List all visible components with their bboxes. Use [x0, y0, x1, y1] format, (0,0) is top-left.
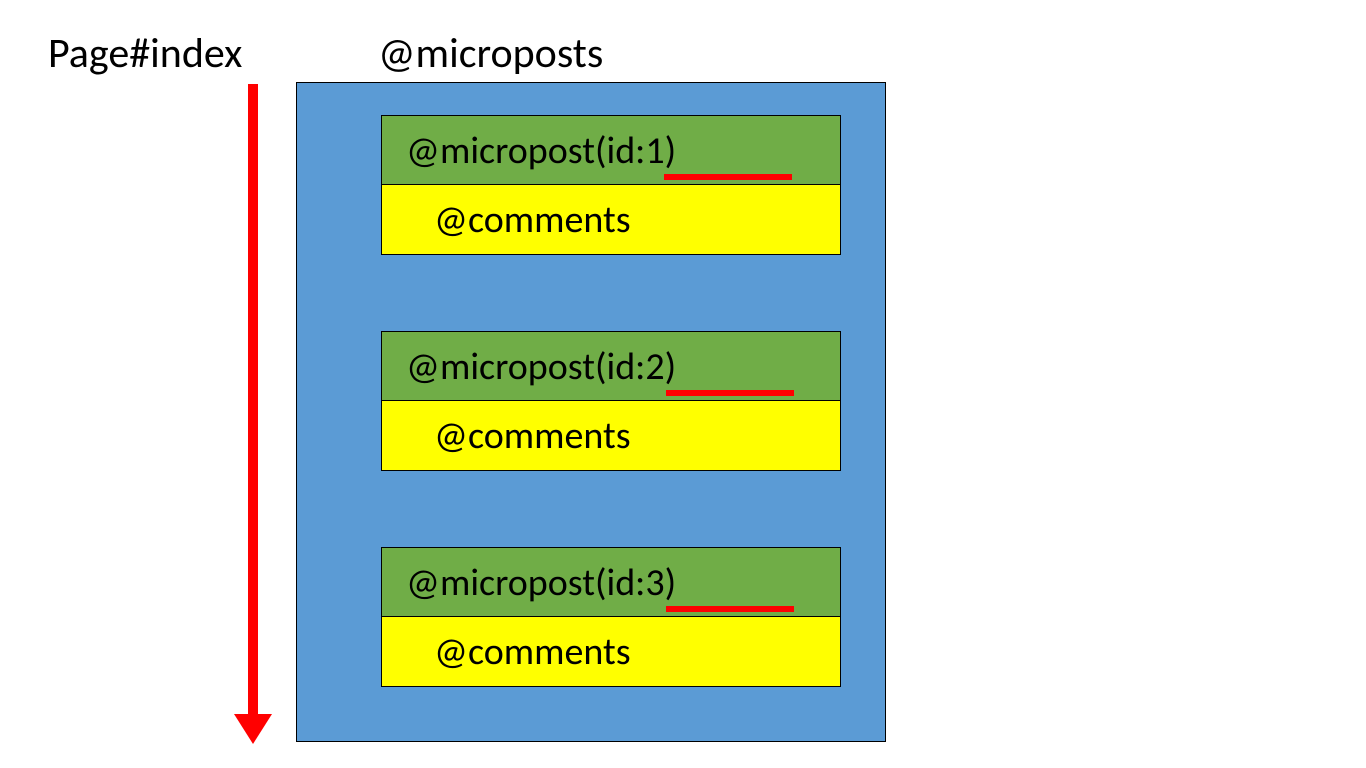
microposts-label: @microposts: [378, 28, 603, 79]
spellcheck-underline-icon: [666, 390, 794, 396]
microposts-container: @micropost(id:1) @comments @micropost(id…: [296, 82, 886, 742]
comments-row: @comments: [381, 185, 841, 255]
micropost-text: @micropost(id:2): [406, 344, 676, 390]
comments-row: @comments: [381, 617, 841, 687]
spellcheck-underline-icon: [666, 606, 794, 612]
micropost-block: @micropost(id:3) @comments: [381, 547, 841, 687]
micropost-row: @micropost(id:2): [381, 331, 841, 401]
comments-text: @comments: [434, 197, 631, 243]
comments-row: @comments: [381, 401, 841, 471]
micropost-row: @micropost(id:3): [381, 547, 841, 617]
micropost-block: @micropost(id:2) @comments: [381, 331, 841, 471]
comments-text: @comments: [434, 629, 631, 675]
micropost-text: @micropost(id:3): [406, 560, 676, 606]
page-index-label: Page#index: [48, 28, 242, 79]
down-arrow-icon: [234, 84, 272, 744]
micropost-text: @micropost(id:1): [406, 128, 676, 174]
comments-text: @comments: [434, 413, 631, 459]
micropost-block: @micropost(id:1) @comments: [381, 115, 841, 255]
spellcheck-underline-icon: [664, 174, 792, 180]
micropost-row: @micropost(id:1): [381, 115, 841, 185]
